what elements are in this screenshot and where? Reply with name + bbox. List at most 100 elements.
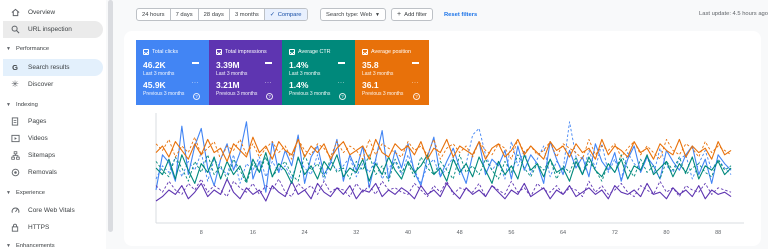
sidebar-item-label: Discover [28, 81, 54, 88]
metric-period-current: Last 3 months [143, 71, 175, 77]
metric-value-previous: 3.21M [216, 80, 240, 90]
compare-button[interactable]: ✓ Compare [264, 9, 307, 20]
sidebar-item-label: Core Web Vitals [28, 207, 75, 214]
sidebar-section-performance[interactable]: ▼ Performance [3, 46, 49, 52]
metric-title: Total clicks [152, 49, 179, 55]
metric-period-current: Last 3 months [216, 71, 248, 77]
sidebar-item-pages[interactable]: Pages [3, 113, 103, 130]
search-type-filter[interactable]: Search type: Web ▼ [320, 8, 386, 21]
date-range-selector: 24 hours 7 days 28 days 3 months ✓ Compa… [136, 8, 308, 21]
chart-series-line-2 [155, 178, 732, 202]
sidebar-item-sitemaps[interactable]: Sitemaps [3, 147, 103, 164]
sidebar-section-enhancements[interactable]: ▼ Enhancements [3, 243, 55, 249]
lock-icon [9, 223, 21, 232]
metric-card-total-clicks[interactable]: Total clicks 46.2K Last 3 months 45.9K ·… [136, 40, 209, 105]
sidebar-item-videos[interactable]: Videos [3, 130, 103, 147]
metric-card-average-ctr[interactable]: Average CTR 1.4% Last 3 months 1.4% ··· … [282, 40, 355, 105]
x-tick-label: 32 [353, 230, 359, 236]
help-icon[interactable]: ? [413, 93, 420, 100]
metric-card-average-position[interactable]: Average position 35.8 Last 3 months 36.1… [355, 40, 429, 105]
section-label: Experience [15, 190, 45, 196]
x-tick-label: 88 [715, 230, 721, 236]
sidebar-item-label: Overview [28, 9, 56, 16]
date-range-28-days[interactable]: 28 days [199, 9, 230, 20]
compare-label: Compare [277, 11, 302, 18]
removals-icon [9, 168, 21, 177]
metric-header: Average position [362, 49, 411, 55]
solid-line-icon [412, 62, 419, 64]
checkbox-checked-icon[interactable] [289, 49, 295, 55]
sidebar-item-label: Removals [28, 169, 57, 176]
sidebar-item-search-results[interactable]: G Search results [3, 59, 103, 76]
plus-icon: + [397, 11, 402, 18]
x-tick-label: 56 [508, 230, 514, 236]
date-range-24-hours[interactable]: 24 hours [137, 9, 171, 20]
sidebar-item-label: Sitemaps [28, 152, 56, 159]
section-label: Performance [15, 46, 50, 52]
metric-header: Average CTR [289, 49, 331, 55]
performance-line-chart[interactable]: 8 16 24 32 40 48 56 64 72 80 88 [152, 111, 752, 241]
metric-title: Average position [371, 49, 412, 55]
section-label: Indexing [15, 102, 38, 108]
x-tick-label: 64 [560, 230, 566, 236]
caret-down-icon: ▼ [6, 102, 11, 108]
metric-card-total-impressions[interactable]: Total impressions 3.39M Last 3 months 3.… [209, 40, 282, 105]
google-g-icon: G [12, 63, 18, 72]
section-label: Enhancements [15, 243, 55, 249]
sidebar-item-removals[interactable]: Removals [3, 164, 103, 181]
metric-value-previous: 1.4% [289, 80, 309, 90]
help-icon[interactable]: ? [266, 93, 273, 100]
last-update-text: Last update: 4.5 hours ago [699, 11, 768, 17]
sidebar-item-discover[interactable]: ✳ Discover [3, 76, 103, 93]
help-icon[interactable]: ? [339, 93, 346, 100]
metric-value-previous: 36.1 [362, 80, 379, 90]
home-icon [9, 8, 21, 17]
x-tick-label: 48 [457, 230, 463, 236]
x-tick-label: 16 [250, 230, 256, 236]
sidebar-item-url-inspection[interactable]: URL inspection [3, 21, 103, 38]
sidebar-nav: Overview URL inspection ▼ Performance G … [0, 0, 106, 249]
caret-down-icon: ▼ [6, 243, 11, 249]
metric-title: Total impressions [225, 49, 267, 55]
search-icon [9, 25, 21, 34]
solid-line-icon [265, 62, 272, 64]
dashed-line-icon: ··· [191, 80, 199, 86]
metric-header: Total impressions [216, 49, 267, 55]
solid-line-icon [338, 62, 345, 64]
sidebar-section-experience[interactable]: ▼ Experience [3, 190, 45, 196]
sidebar-item-label: Videos [28, 135, 48, 142]
add-filter-label: Add filter [404, 11, 427, 18]
metric-title: Average CTR [298, 49, 331, 55]
reset-filters-link[interactable]: Reset filters [444, 12, 477, 18]
sidebar-item-https[interactable]: HTTPS [3, 219, 103, 236]
sidebar-item-overview[interactable]: Overview [3, 4, 103, 21]
check-icon: ✓ [269, 11, 275, 18]
date-range-3-months[interactable]: 3 months [230, 9, 265, 20]
caret-down-icon: ▼ [6, 190, 11, 196]
checkbox-checked-icon[interactable] [216, 49, 222, 55]
dashed-line-icon: ··· [264, 80, 272, 86]
date-range-7-days[interactable]: 7 days [171, 9, 199, 20]
sitemap-icon [9, 151, 21, 160]
checkbox-checked-icon[interactable] [362, 49, 368, 55]
add-filter-button[interactable]: + Add filter [391, 8, 433, 21]
asterisk-icon: ✳ [11, 79, 19, 89]
x-tick-label: 8 [200, 230, 203, 236]
metric-period-previous: Previous 3 months [216, 91, 258, 97]
sidebar-item-label: Search results [28, 64, 70, 71]
caret-down-icon: ▼ [6, 46, 11, 52]
metric-period-previous: Previous 3 months [143, 91, 185, 97]
metric-period-previous: Previous 3 months [289, 91, 331, 97]
sidebar-scrollbar[interactable] [108, 0, 113, 232]
x-tick-label: 72 [612, 230, 618, 236]
performance-card: Total clicks 46.2K Last 3 months 45.9K ·… [124, 31, 761, 246]
speed-icon [9, 206, 21, 215]
checkbox-checked-icon[interactable] [143, 49, 149, 55]
sidebar-section-indexing[interactable]: ▼ Indexing [3, 102, 38, 108]
help-icon[interactable]: ? [193, 93, 200, 100]
dashed-line-icon: ··· [411, 80, 419, 86]
metric-value-current: 1.4% [289, 60, 309, 70]
metric-value-current: 3.39M [216, 60, 240, 70]
sidebar-item-core-web-vitals[interactable]: Core Web Vitals [3, 202, 103, 219]
video-icon [9, 134, 21, 143]
